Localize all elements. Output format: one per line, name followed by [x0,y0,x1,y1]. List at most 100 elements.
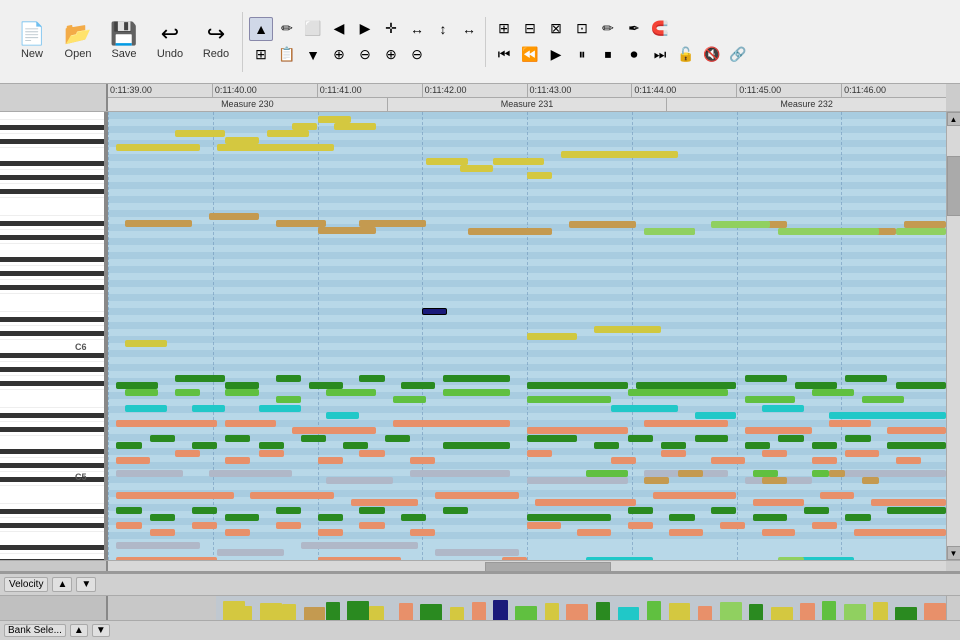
move-v-button[interactable]: ↕ [431,17,455,41]
tool-col1: ▲ ✏ ⬜ ◀ ▶ ✛ ↔ ↕ ↔ ⊞ 📋 ▼ ⊕ ⊖ ⊕ ⊖ [249,17,481,67]
vline-6 [737,112,738,560]
note-glr11 [628,507,653,514]
stretch-button[interactable]: ↔ [457,17,481,41]
velocity-up-button[interactable]: ▲ [52,577,72,592]
vel-bar-9 [399,603,414,620]
new-button[interactable]: 📄 New [10,12,54,72]
mute-button[interactable]: 🔇 [700,43,724,67]
note-dg13 [845,375,887,382]
scroll-up-button[interactable]: ▲ [947,112,960,126]
open-button[interactable]: 📂 Open [56,12,100,72]
move-button[interactable]: ✛ [379,17,403,41]
note-dg5 [309,382,343,389]
eraser-tool-button[interactable]: ⬜ [301,17,325,41]
zoom-out-h-button[interactable]: ⊖ [405,43,429,67]
piano-keys: C6 C5 C4 [0,112,108,560]
pause-button[interactable]: ⏸ [570,43,594,67]
align-right-button[interactable]: ⊟ [518,17,542,41]
next-button[interactable]: ▶ [353,17,377,41]
note-osl14 [762,529,796,536]
new-label: New [21,48,43,60]
record-button[interactable]: ⏺ [622,43,646,67]
zoom-out-v-button[interactable]: ⊖ [353,43,377,67]
bank-controls: Bank Sele... ▲ ▼ [4,624,112,637]
bank-select-button[interactable]: Bank Sele... [4,624,66,637]
bank-down-button[interactable]: ▼ [92,624,110,637]
note-grp19 [887,442,946,449]
save-button[interactable]: 💾 Save [102,12,146,72]
magnet-button[interactable]: 🧲 [648,17,672,41]
note-dg4 [276,375,301,382]
rewind-button[interactable]: ⏮ [492,43,516,67]
note-osl6 [318,529,343,536]
note-b4 [318,227,377,234]
note-dg1 [116,382,158,389]
move-h-button[interactable]: ↔ [405,17,429,41]
note-o8 [829,420,871,427]
paste-drop-button[interactable]: ▼ [301,43,325,67]
velocity-scroll-spacer [946,596,960,620]
note-ol6 [653,492,737,499]
time-cell-5: 0:11:44.00 [632,84,737,97]
end-button[interactable]: ⏭ [648,43,672,67]
note-y7 [116,144,200,151]
stop-button[interactable]: ⏹ [596,43,620,67]
prev-frame-button[interactable]: ⏪ [518,43,542,67]
note-dg2 [175,375,225,382]
note-osl2 [150,529,175,536]
vline-5 [632,112,633,560]
vel-bar-5 [304,607,326,620]
play-button[interactable]: ▶ [544,43,568,67]
pencil-button[interactable]: ✏ [596,17,620,41]
note-lg1 [125,389,159,396]
bank-select-area: Bank Sele... ▲ ▼ [0,620,960,640]
note-dg12 [795,382,837,389]
time-cell-3: 0:11:42.00 [423,84,528,97]
prev-button[interactable]: ◀ [327,17,351,41]
bank-up-button[interactable]: ▲ [70,624,88,637]
vel-bar-14 [545,603,560,620]
note-c8 [829,412,946,419]
tool-row1: ▲ ✏ ⬜ ◀ ▶ ✛ ↔ ↕ ↔ [249,17,481,41]
note-o2 [225,420,275,427]
paste-button[interactable]: 📋 [275,43,299,67]
piano-roll-canvas[interactable] [108,112,946,560]
vel-bar-26 [844,604,866,620]
timeline-label-area [0,84,108,111]
hscroll-bar[interactable] [0,560,960,572]
note-dg3 [225,382,259,389]
redo-button[interactable]: ↪ Redo [194,12,238,72]
note-os9 [611,457,636,464]
align-left-button[interactable]: ⊞ [492,17,516,41]
note-y6 [334,123,376,130]
piano-key-strip [0,112,106,560]
velocity-canvas[interactable] [216,596,946,620]
note-grp3 [192,442,217,449]
note-dg11 [745,375,787,382]
hscroll-track[interactable] [108,561,946,571]
velocity-label-button[interactable]: Velocity [4,577,48,592]
note-grp6 [301,435,326,442]
note-lg10 [745,396,795,403]
hscroll-thumb[interactable] [485,562,611,572]
scroll-thumb[interactable] [947,156,960,216]
scroll-track[interactable] [947,126,960,546]
zoom-in-v-button[interactable]: ⊕ [327,43,351,67]
note-c5t2 [678,470,703,477]
note-o4 [393,420,510,427]
distribute-button[interactable]: ⊠ [544,17,568,41]
group-button[interactable]: ⊡ [570,17,594,41]
vel-bar-3 [260,603,282,620]
undo-button[interactable]: ↩ Undo [148,12,192,72]
velocity-down-button[interactable]: ▼ [76,577,96,592]
lock-button[interactable]: 🔓 [674,43,698,67]
draw-tool-button[interactable]: ✏ [275,17,299,41]
select-tool-button[interactable]: ▲ [249,17,273,41]
vertical-scrollbar[interactable]: ▲ ▼ [946,112,960,560]
pen-button[interactable]: ✒ [622,17,646,41]
note-dg10 [636,382,737,389]
scroll-down-button[interactable]: ▼ [947,546,960,560]
zoom-in-h-button[interactable]: ⊕ [379,43,403,67]
link-button[interactable]: 🔗 [726,43,750,67]
copy-button[interactable]: ⊞ [249,43,273,67]
